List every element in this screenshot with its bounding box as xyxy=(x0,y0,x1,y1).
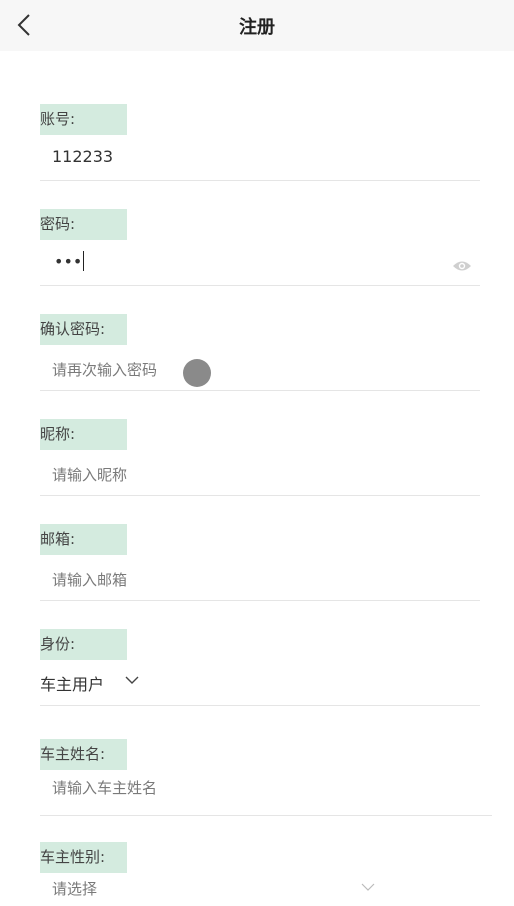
owner-name-label: 车主姓名: xyxy=(40,739,127,770)
email-input[interactable]: 请输入邮箱 xyxy=(52,569,127,590)
page-title: 注册 xyxy=(239,17,275,38)
identity-value: 车主用户 xyxy=(40,675,105,694)
identity-field: 身份: 车主用户 xyxy=(40,629,480,706)
owner-gender-select[interactable]: 请选择 xyxy=(52,878,97,899)
account-field: 账号: 112233 xyxy=(40,104,480,181)
confirm-password-input[interactable]: 请再次输入密码 xyxy=(52,359,157,380)
chevron-down-icon[interactable] xyxy=(124,675,140,685)
chevron-down-icon[interactable] xyxy=(360,882,376,892)
owner-name-input[interactable]: 请输入车主姓名 xyxy=(52,777,157,798)
eye-icon[interactable] xyxy=(452,259,472,273)
nickname-input[interactable]: 请输入昵称 xyxy=(52,464,127,485)
nickname-field: 昵称: 请输入昵称 xyxy=(40,419,480,496)
password-input[interactable]: ••• xyxy=(54,251,85,271)
account-input[interactable]: 112233 xyxy=(52,147,113,166)
password-value: ••• xyxy=(54,252,83,271)
password-label: 密码: xyxy=(40,209,127,240)
owner-gender-field: 车主性别: 请选择 xyxy=(40,842,480,906)
touch-indicator xyxy=(183,359,211,387)
nickname-label: 昵称: xyxy=(40,419,127,450)
identity-label: 身份: xyxy=(40,629,127,660)
confirm-password-field: 确认密码: 请再次输入密码 xyxy=(40,314,480,391)
identity-select[interactable]: 车主用户 xyxy=(40,671,104,695)
owner-name-field: 车主姓名: 请输入车主姓名 xyxy=(40,739,492,816)
password-field: 密码: ••• xyxy=(40,209,480,286)
account-label: 账号: xyxy=(40,104,127,135)
email-label: 邮箱: xyxy=(40,524,127,555)
navbar: 注册 xyxy=(0,0,514,51)
email-field: 邮箱: 请输入邮箱 xyxy=(40,524,480,601)
text-cursor xyxy=(83,251,85,271)
owner-gender-label: 车主性别: xyxy=(40,842,127,873)
confirm-password-label: 确认密码: xyxy=(40,314,127,345)
